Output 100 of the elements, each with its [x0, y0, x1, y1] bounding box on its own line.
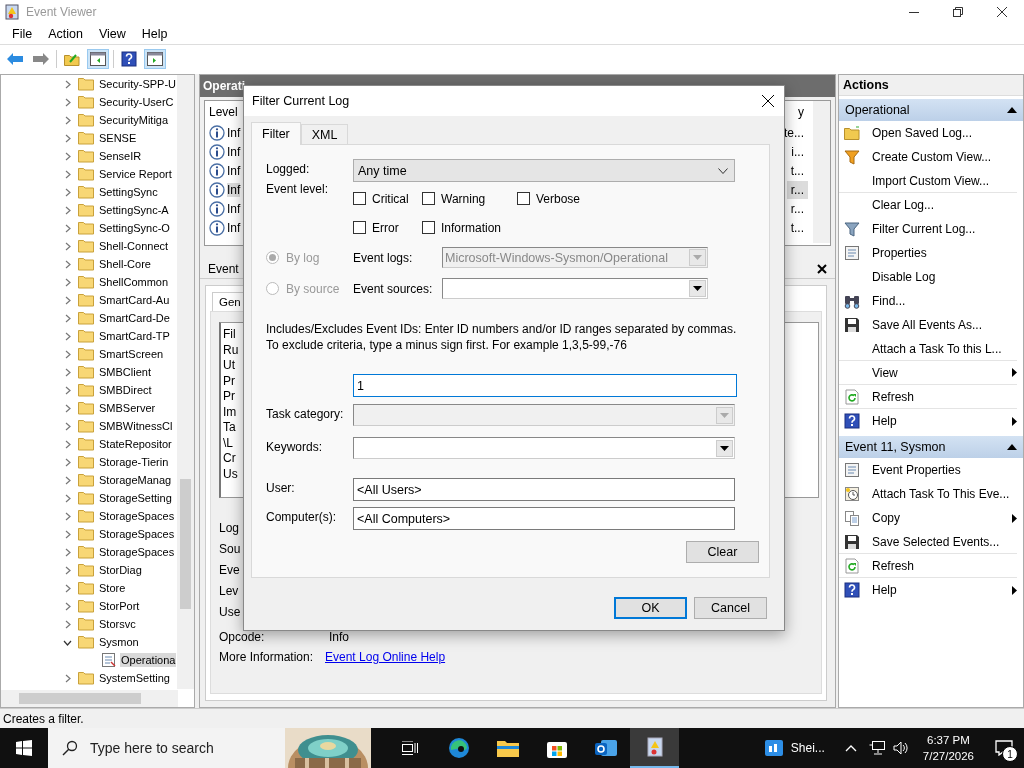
checkbox[interactable] [422, 221, 435, 234]
folder-icon [78, 473, 94, 487]
section-header[interactable]: Operational [838, 99, 1023, 121]
keywords-dropdown[interactable] [353, 437, 735, 459]
tree-item[interactable]: StorageSpaces [98, 545, 176, 559]
clear-button[interactable]: Clear [686, 541, 759, 563]
tree-item[interactable]: SenseIR [98, 149, 143, 163]
event-viewer-button[interactable] [630, 728, 679, 768]
search-box[interactable]: Type here to search [48, 728, 285, 768]
command-link[interactable]: Disable Log [838, 265, 1017, 289]
help-link[interactable]: Event Log Online Help [325, 650, 446, 664]
news-widget[interactable]: Shei... [752, 740, 837, 756]
ok-button[interactable]: OK [614, 597, 687, 619]
menu-bar-entry[interactable]: Action [40, 27, 91, 41]
tree-item[interactable]: SMBDirect [98, 383, 153, 397]
command-link[interactable]: View [838, 361, 1017, 385]
command-link[interactable]: Refresh [838, 554, 1017, 578]
event-sources-dropdown[interactable] [442, 278, 708, 299]
command-link[interactable]: Find... [838, 289, 1017, 313]
tree-item[interactable]: Storsvc [98, 617, 137, 631]
command-link[interactable]: Filter Current Log... [838, 217, 1017, 241]
command-link[interactable]: Attach a Task To this L... [838, 337, 1017, 361]
tree-item[interactable]: Storage-Tierin [98, 455, 170, 469]
chevron-up-icon[interactable] [844, 744, 857, 752]
menu-bar-entry[interactable]: File [4, 27, 41, 41]
help-icon [843, 413, 860, 429]
tree-item[interactable]: SettingSync-A [98, 203, 170, 217]
command-link[interactable]: Refresh [838, 385, 1017, 409]
command-link[interactable]: Copy [838, 506, 1017, 530]
tree-item[interactable]: Store [98, 581, 127, 595]
section-header[interactable]: Event 11, Sysmon [838, 436, 1023, 458]
tree-item[interactable]: Security-UserC [98, 95, 175, 109]
tree-toggle-button[interactable] [87, 49, 109, 69]
close-icon[interactable] [762, 95, 774, 107]
action-pane-toggle-button[interactable] [144, 49, 166, 69]
tree-item[interactable]: SecurityMitiga [98, 113, 170, 127]
tree-item[interactable]: StorageSetting [98, 491, 173, 505]
tree-item[interactable]: Service Report [98, 167, 173, 181]
menu-bar-entry[interactable]: View [90, 27, 134, 41]
column-header[interactable]: y [793, 103, 808, 121]
command-link[interactable]: Help [838, 409, 1017, 433]
windows-logo-icon [16, 740, 32, 756]
notification-button[interactable]: 1 [984, 728, 1024, 768]
event-ids-field[interactable]: 1 [353, 374, 737, 397]
tree-item[interactable]: SMBClient [98, 365, 152, 379]
command-link[interactable]: Properties [838, 241, 1017, 265]
computer-field[interactable]: <All Computers> [353, 507, 735, 530]
command-link[interactable]: Help [838, 578, 1017, 602]
close-icon[interactable] [816, 263, 827, 274]
logged-dropdown[interactable]: Any time [353, 159, 735, 182]
table-cell: Inf [226, 201, 241, 216]
command-link[interactable]: Clear Log... [838, 193, 1017, 217]
tree-item[interactable]: SMBWitnessCl [98, 419, 174, 433]
tree-item[interactable]: StorageSpaces [98, 527, 176, 541]
user-field[interactable]: <All Users> [353, 478, 735, 501]
tree-item[interactable]: Operationa [120, 653, 177, 667]
tree-item[interactable]: SmartCard-TP [98, 329, 171, 343]
tree-item[interactable]: StorageSpaces [98, 509, 176, 523]
scrollbar[interactable] [1, 690, 178, 707]
command-link[interactable]: Event Properties [838, 458, 1017, 482]
command-link[interactable]: Open Saved Log... [838, 121, 1017, 145]
tree-item[interactable]: StorDiag [98, 563, 143, 577]
tree-item[interactable]: SmartCard-Au [98, 293, 171, 307]
tree-item[interactable]: Shell-Connect [98, 239, 170, 253]
tree-item[interactable]: Sysmon [98, 635, 140, 649]
tree-item[interactable]: SettingSync [98, 185, 159, 199]
tree-item[interactable]: SmartCard-De [98, 311, 171, 325]
tree-item[interactable]: StorageManag [98, 473, 173, 487]
tree-item[interactable]: SmartScreen [98, 347, 165, 361]
scrollbar[interactable] [176, 75, 194, 689]
tab[interactable]: XML [300, 124, 349, 144]
command-link[interactable]: Save Selected Events... [838, 530, 1017, 554]
checkbox[interactable] [422, 192, 435, 205]
column-header[interactable]: Level [208, 105, 238, 119]
checkbox[interactable] [353, 192, 366, 205]
tree-item[interactable]: Security-SPP-U [98, 77, 178, 91]
tree-item[interactable]: ShellCommon [98, 275, 170, 289]
tree-item[interactable]: SENSE [98, 131, 138, 145]
tree-item[interactable]: StorPort [98, 599, 141, 613]
menu-bar-entry[interactable]: Help [133, 27, 176, 41]
folder-icon [78, 437, 94, 451]
command-link[interactable]: Attach Task To This Eve... [838, 482, 1017, 506]
checkbox[interactable] [517, 192, 530, 205]
clock[interactable]: 6:37 PM 7/27/2026 [912, 732, 984, 764]
tree-item[interactable]: StateRepositor [98, 437, 173, 451]
network-icon[interactable] [868, 741, 885, 755]
tree-item[interactable]: SettingSync-O [98, 221, 171, 235]
command-link[interactable]: Save All Events As... [838, 313, 1017, 337]
tab[interactable]: Filter [251, 122, 301, 145]
cancel-button[interactable]: Cancel [694, 597, 767, 619]
search-field[interactable]: Type here to search [88, 739, 282, 757]
tree-item[interactable]: SystemSetting [98, 671, 171, 685]
volume-icon[interactable] [892, 741, 909, 755]
checkbox[interactable] [353, 221, 366, 234]
help-button[interactable] [118, 49, 140, 69]
scrollbar[interactable] [812, 101, 830, 243]
tree-item[interactable]: SMBServer [98, 401, 157, 415]
command-link[interactable]: Import Custom View... [838, 169, 1017, 193]
tree-item[interactable]: Shell-Core [98, 257, 152, 271]
command-link[interactable]: Create Custom View... [838, 145, 1017, 169]
